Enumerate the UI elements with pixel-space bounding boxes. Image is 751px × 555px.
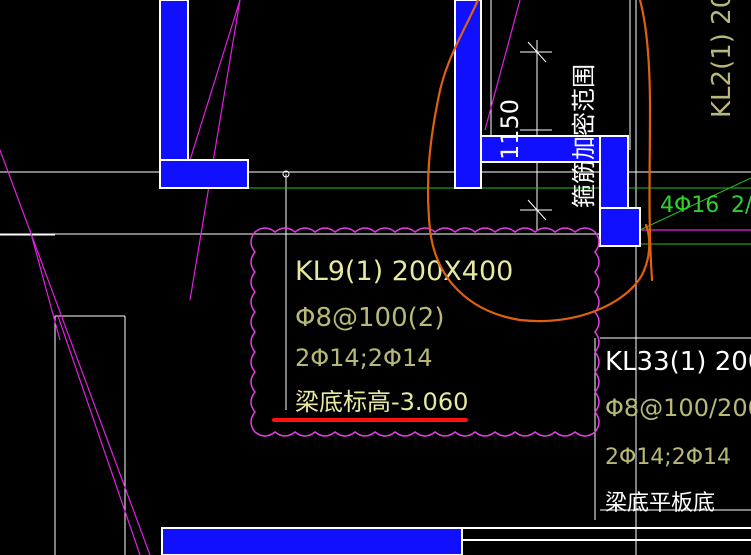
kl9-name-label: KL9(1) 200X400: [295, 256, 513, 287]
kl9-stirrup-label: Φ8@100(2): [295, 303, 444, 333]
kl33-rebar-label: 2Φ14;2Φ14: [605, 445, 731, 470]
stirrup-range-label: 箍筋加密范围: [570, 64, 598, 208]
kl33-name-label: KL33(1) 200: [605, 347, 751, 377]
cad-drawing-canvas[interactable]: KL9(1) 200X400 Φ8@100(2) 2Φ14;2Φ14 梁底标高-…: [0, 0, 751, 555]
wall-center: [454, 0, 641, 247]
rebar-4phi16-label: 4Φ16: [660, 193, 719, 218]
kl9-rebar-label: 2Φ14;2Φ14: [295, 344, 432, 372]
rebar-fragment-label: 2/: [731, 193, 751, 218]
kl33-elevation-label: 梁底平板底: [605, 491, 715, 516]
kl33-stirrup-label: Φ8@100/200: [605, 394, 751, 422]
orange-markup-tail: [638, 0, 654, 282]
dimension-1150-label: 1150: [496, 99, 524, 160]
wall-bottom: [161, 527, 751, 555]
kl2-name-label: KL2(1) 20: [707, 0, 737, 118]
dimension-ticks: [520, 41, 552, 221]
kl9-elevation-label: 梁底标高-3.060: [295, 388, 468, 416]
